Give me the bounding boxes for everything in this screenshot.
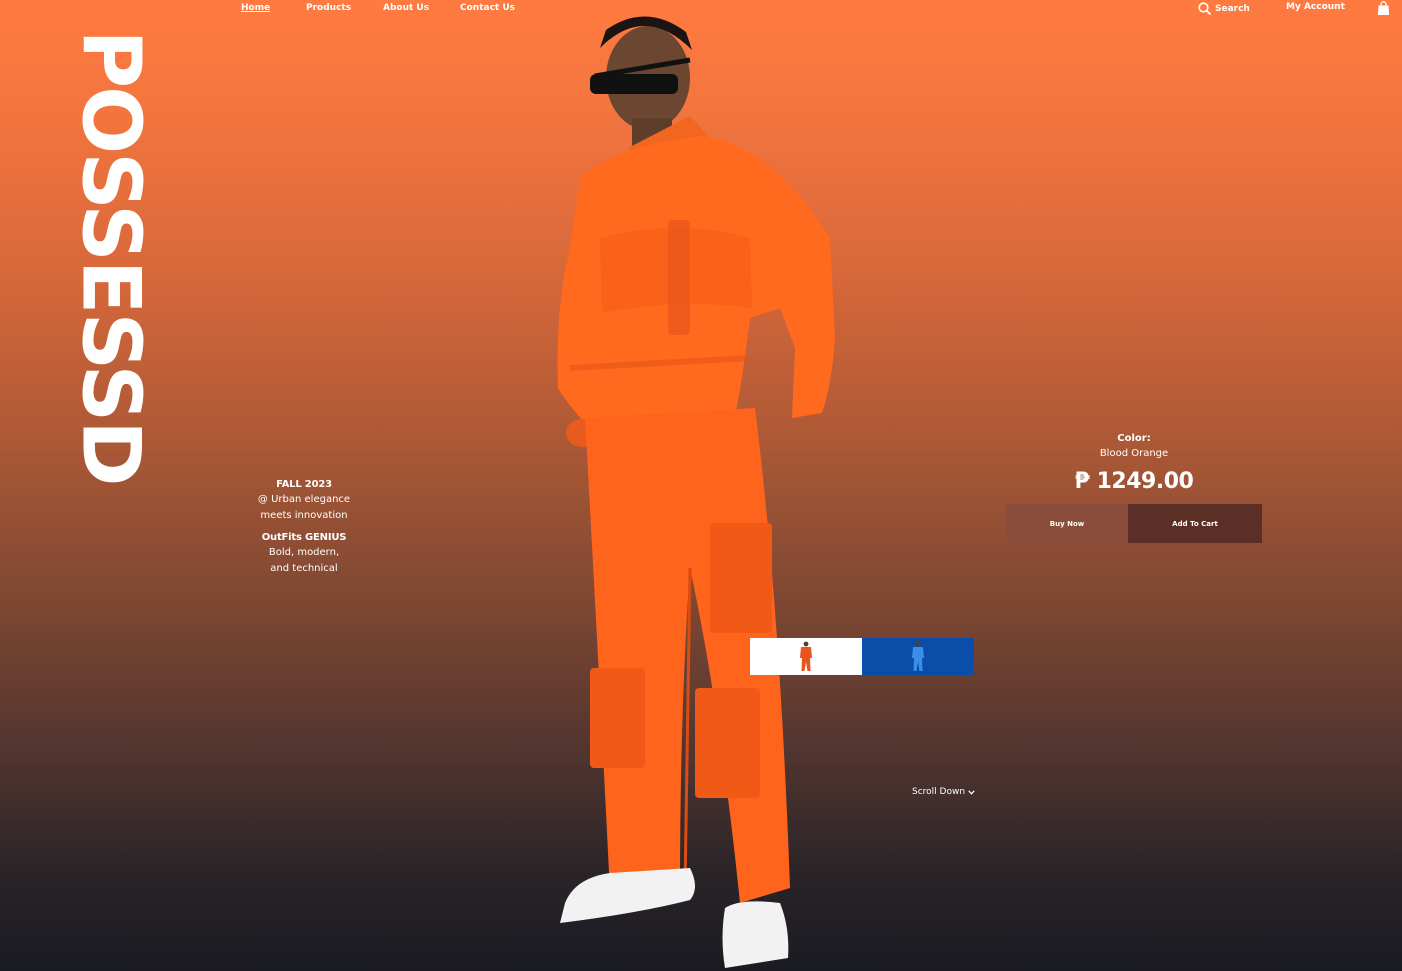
description-line-1: Bold, modern, — [268, 547, 340, 558]
model-product-image — [557, 16, 835, 968]
nav-contact-us[interactable]: Contact Us — [460, 3, 515, 13]
search-label: Search — [1215, 3, 1250, 14]
season-heading: FALL 2023 — [276, 479, 332, 490]
model-orange-thumbnail — [800, 641, 812, 671]
search-icon — [1198, 2, 1211, 15]
brand-logo: POSSESSD — [64, 22, 157, 492]
nav-home[interactable]: Home — [241, 3, 270, 13]
model-blue-thumbnail — [912, 641, 924, 671]
scroll-down-label: Scroll Down — [912, 787, 966, 797]
shopping-bag-icon — [1377, 1, 1390, 15]
add-to-cart-button[interactable]: Add To Cart — [1128, 504, 1262, 543]
nav-products[interactable]: Products — [306, 3, 351, 13]
product-price: ₱ 1249.00 — [1074, 469, 1194, 494]
my-account-link[interactable]: My Account — [1286, 2, 1345, 12]
nav-about-us[interactable]: About Us — [383, 3, 429, 13]
collection-heading: OutFits GENIUS — [261, 532, 347, 543]
color-label: Color: — [1117, 433, 1151, 444]
intro-copy: FALL 2023 @ Urban elegance meets innovat… — [230, 479, 378, 577]
brand-name: POSSESSD — [64, 29, 158, 485]
swatch-blood-orange[interactable] — [750, 638, 862, 675]
scroll-down-link[interactable]: Scroll Down — [912, 787, 975, 797]
cart-button[interactable] — [1377, 1, 1390, 16]
buy-now-button[interactable]: Buy Now — [1006, 504, 1128, 543]
tagline-line-2: meets innovation — [260, 510, 348, 521]
my-account-label: My Account — [1286, 2, 1345, 12]
product-info: Color: Blood Orange ₱ 1249.00 Buy Now Ad… — [1006, 433, 1262, 543]
tagline-line-1: @ Urban elegance — [257, 494, 351, 505]
swatch-blue[interactable] — [862, 638, 974, 675]
chevron-down-icon — [968, 789, 975, 795]
color-value: Blood Orange — [1099, 448, 1169, 459]
color-swatches — [750, 638, 974, 675]
description-line-2: and technical — [270, 563, 338, 574]
search-button[interactable]: Search — [1198, 2, 1250, 15]
